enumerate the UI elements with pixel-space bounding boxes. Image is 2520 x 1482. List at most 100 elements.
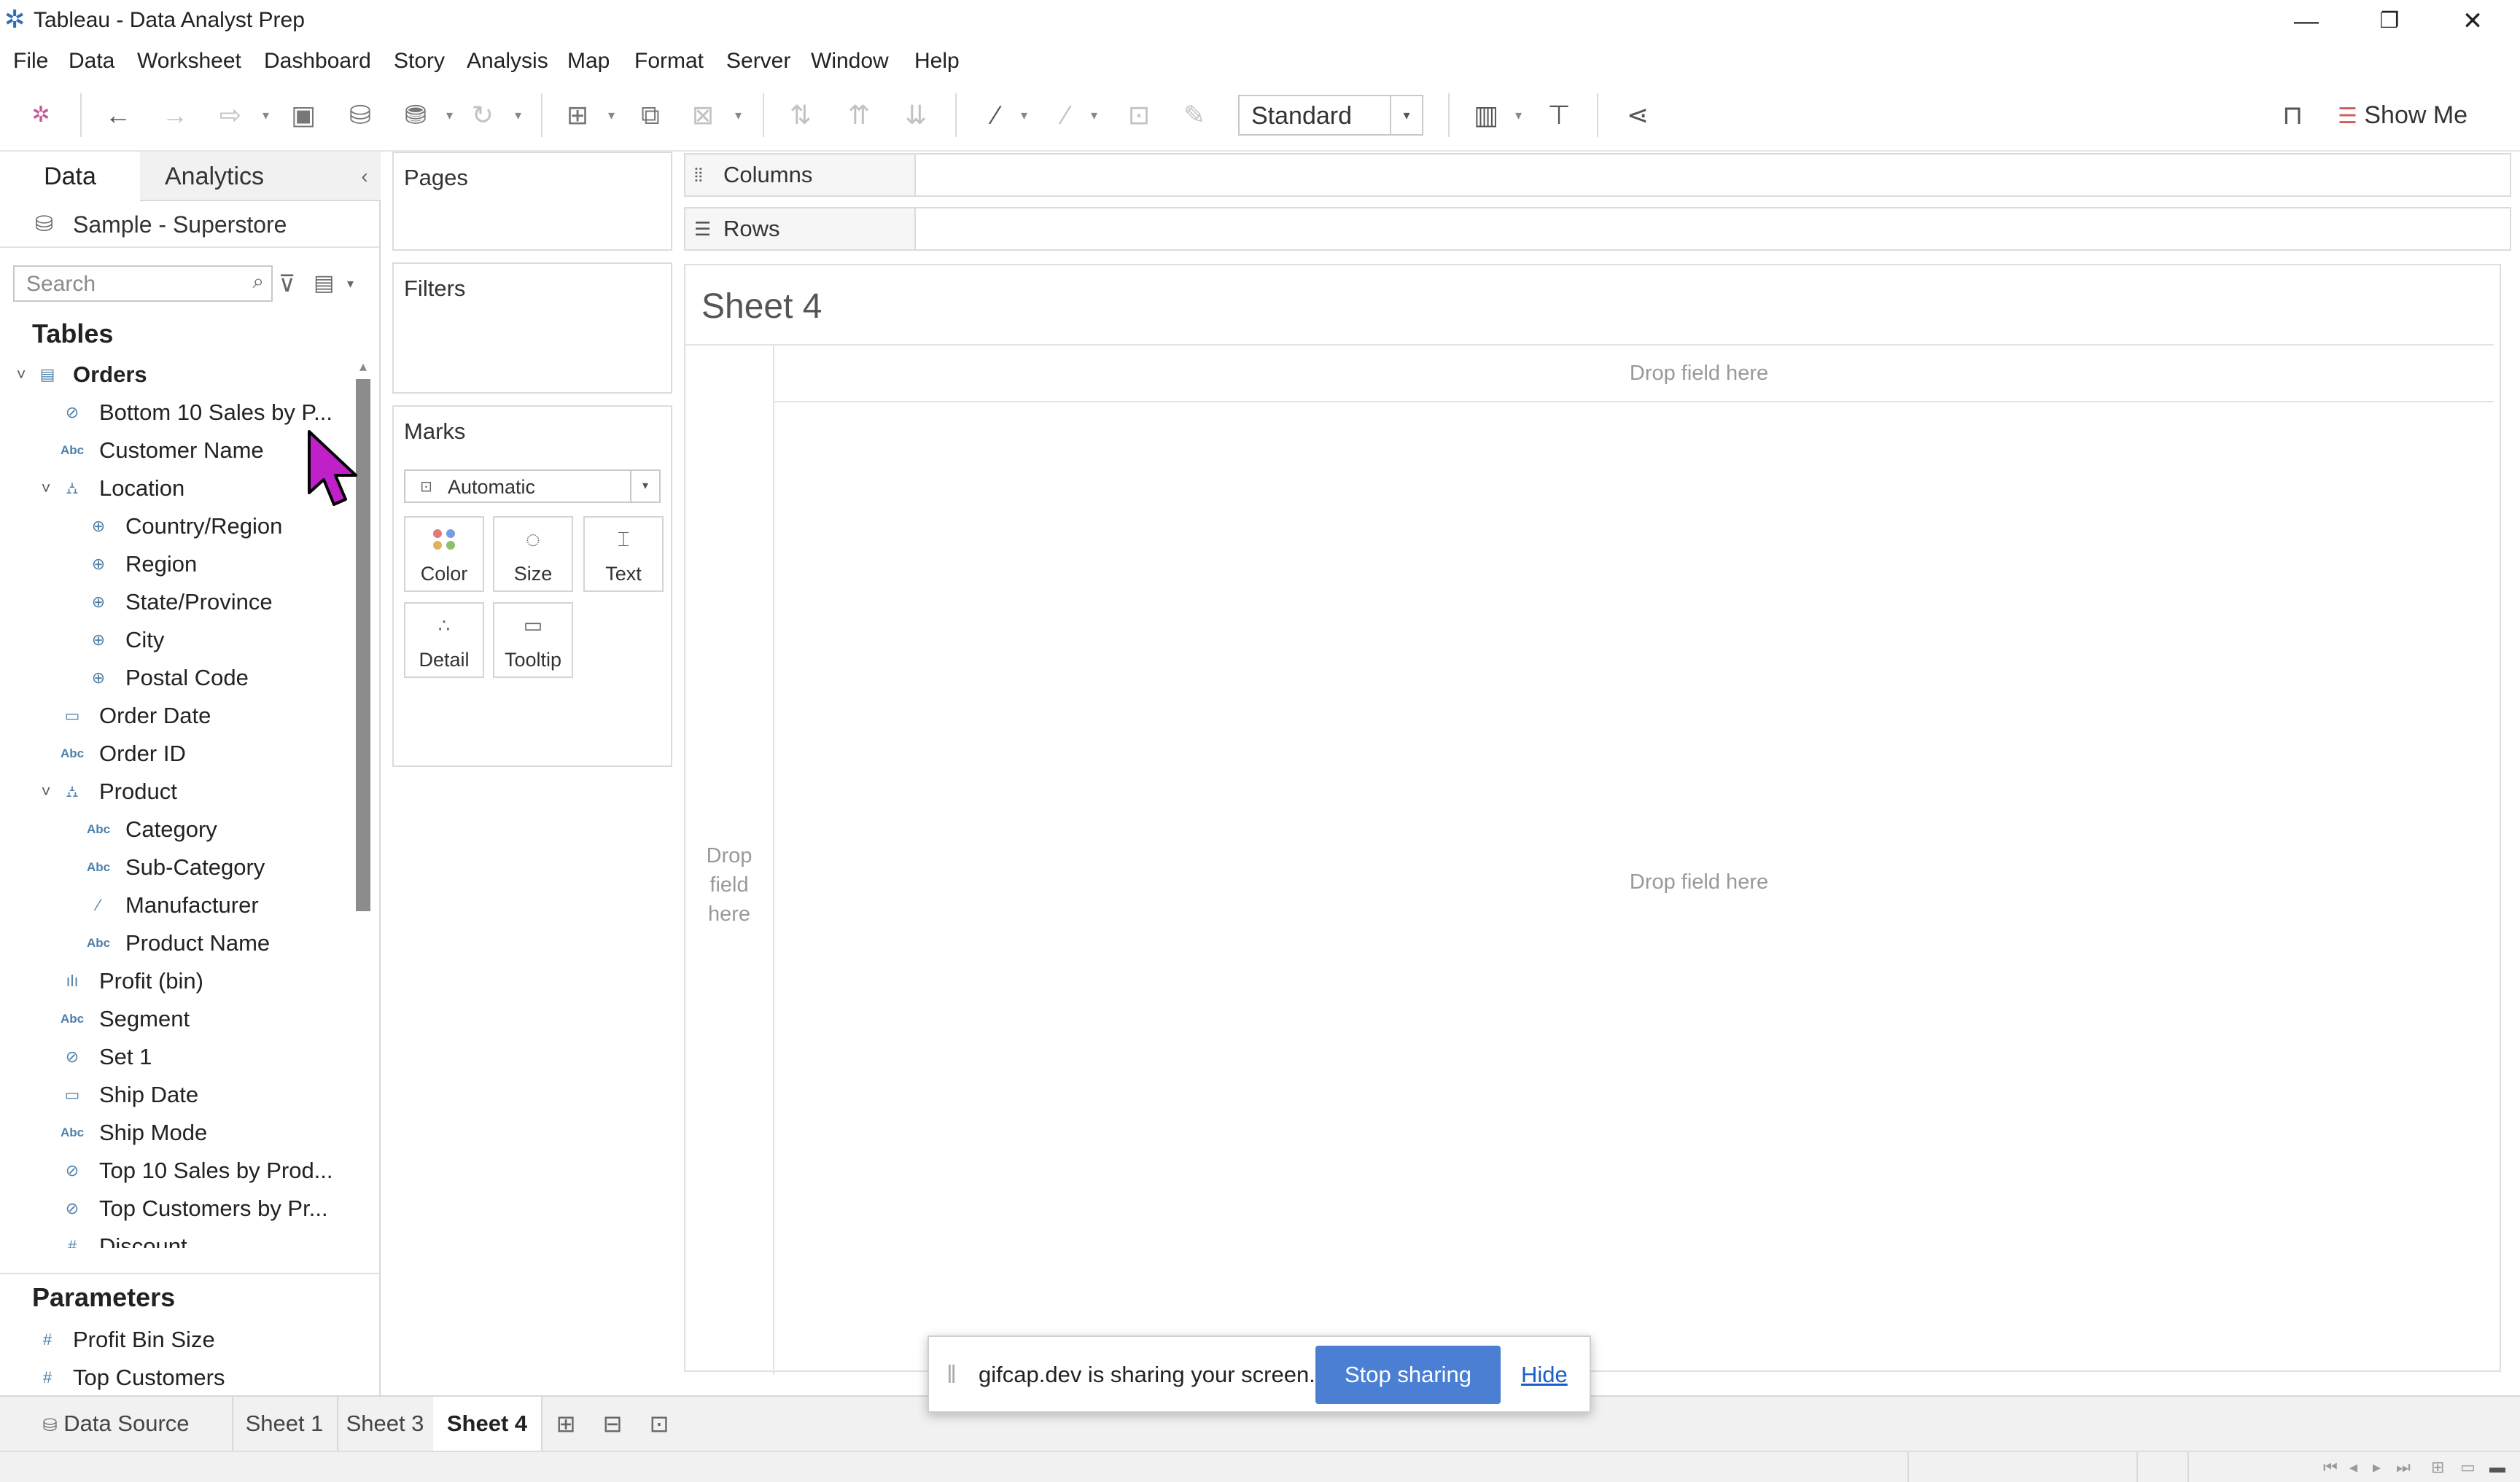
field-list-scrollbar[interactable]: ▴ ▾ (353, 357, 373, 1421)
save-icon[interactable]: ▣ (289, 96, 318, 134)
menu-help[interactable]: Help (914, 47, 960, 76)
columns-shelf[interactable]: ⦙⦙ Columns (684, 153, 2511, 197)
last-sheet-icon[interactable]: ⏭ (2396, 1455, 2411, 1480)
collapse-pane-icon[interactable]: ‹ (350, 152, 379, 201)
show-cards-icon[interactable]: ▥ (1471, 96, 1501, 134)
field-item[interactable]: ˅ ⛼ Product (0, 773, 350, 811)
format-painter-icon[interactable]: ⊓ (2278, 96, 2307, 134)
field-item[interactable]: Abc Order ID (0, 735, 350, 773)
field-item[interactable]: ılı Profit (bin) (0, 962, 350, 1000)
field-item[interactable]: ⊘ Bottom 10 Sales by P... (0, 394, 350, 432)
filters-shelf[interactable]: Filters (392, 262, 672, 394)
hide-link[interactable]: Hide (1521, 1359, 1568, 1391)
presentation-mode-icon[interactable]: ⊤ (1544, 96, 1574, 134)
rows-shelf[interactable]: ☰ Rows (684, 207, 2511, 251)
close-button[interactable]: ✕ (2432, 0, 2513, 42)
menu-server[interactable]: Server (726, 47, 790, 76)
sheet-title[interactable]: Sheet 4 (701, 284, 822, 329)
field-item[interactable]: ˅ ⛼ Location (0, 469, 350, 507)
text-button[interactable]: ⌶ Text (583, 516, 664, 592)
field-item[interactable]: Abc Segment (0, 1000, 350, 1038)
drag-handle-icon[interactable]: ‖ (946, 1359, 957, 1391)
size-button[interactable]: ◌ Size (493, 516, 573, 592)
duplicate-sheet-icon[interactable]: ⧉ (636, 96, 665, 134)
field-item[interactable]: ▭ Order Date (0, 697, 350, 735)
next-sheet-icon[interactable]: ▸ (2373, 1455, 2381, 1480)
field-item[interactable]: Abc Sub-Category (0, 849, 350, 886)
tab-data[interactable]: Data (0, 152, 140, 201)
field-item[interactable]: Abc Customer Name (0, 432, 350, 469)
pause-dropdown-icon[interactable]: ▾ (446, 96, 453, 134)
undo-icon[interactable]: ← (104, 96, 133, 134)
clear-dropdown-icon[interactable]: ▾ (735, 96, 742, 134)
tab-sheet-3[interactable]: Sheet 3 (337, 1397, 435, 1451)
chevron-down-icon[interactable]: ˅ (36, 773, 55, 811)
menu-format[interactable]: Format (634, 47, 704, 76)
view-options-dropdown-icon[interactable]: ▾ (347, 265, 354, 302)
menu-analysis[interactable]: Analysis (467, 47, 548, 76)
field-item[interactable]: ⊘ Top 10 Sales by Prod... (0, 1152, 350, 1190)
minimize-button[interactable]: — (2266, 0, 2346, 42)
menu-story[interactable]: Story (394, 47, 445, 76)
menu-data[interactable]: Data (69, 47, 114, 76)
drop-zone-columns[interactable]: Drop field here (1553, 359, 1845, 388)
tabs-view-icon[interactable]: ▬ (2489, 1455, 2505, 1480)
scroll-up-icon[interactable]: ▴ (353, 357, 373, 379)
field-item[interactable]: # Discount (0, 1228, 350, 1248)
menu-window[interactable]: Window (811, 47, 889, 76)
redo-icon[interactable]: → (160, 96, 190, 134)
parameter-item[interactable]: # Top Customers (0, 1359, 350, 1397)
tab-analytics[interactable]: Analytics (140, 152, 381, 201)
tooltip-button[interactable]: ▭ Tooltip (493, 602, 573, 678)
field-item[interactable]: Abc Category (0, 811, 350, 849)
tableau-home-icon[interactable]: ✲ (26, 96, 55, 134)
fit-dropdown[interactable]: Standard ▾ (1238, 95, 1423, 136)
tab-sheet-1[interactable]: Sheet 1 (232, 1397, 338, 1451)
chevron-down-icon[interactable]: ˅ (36, 469, 55, 507)
view-options-icon[interactable]: ▤ (314, 265, 334, 302)
filter-icon[interactable]: ⊽ (279, 265, 295, 302)
replay-icon[interactable]: ⇨ (216, 96, 245, 134)
sort-ascending-icon[interactable]: ⇈ (844, 96, 874, 134)
tab-sheet-4[interactable]: Sheet 4 (433, 1397, 542, 1451)
tab-data-source[interactable]: ⛁ Data Source (0, 1397, 233, 1451)
fix-axes-icon[interactable]: ✎ (1180, 96, 1209, 134)
highlight-dropdown-icon[interactable]: ▾ (1021, 96, 1027, 134)
field-item[interactable]: ⊕ Country/Region (0, 507, 350, 545)
show-mark-labels-icon[interactable]: ⊡ (1124, 96, 1154, 134)
field-item[interactable]: ⊕ Postal Code (0, 659, 350, 697)
field-item[interactable]: ⊘ Set 1 (0, 1038, 350, 1076)
sort-descending-icon[interactable]: ⇊ (901, 96, 930, 134)
swap-rows-columns-icon[interactable]: ⇅ (786, 96, 815, 134)
sheet-sorter-icon[interactable]: ⊞ (2431, 1455, 2444, 1480)
pages-shelf[interactable]: Pages (392, 152, 672, 251)
field-item[interactable]: ▭ Ship Date (0, 1076, 350, 1114)
new-worksheet-dropdown-icon[interactable]: ▾ (608, 96, 615, 134)
show-me-button[interactable]: ☰ Show Me (2338, 95, 2520, 136)
field-item[interactable]: Abc Ship Mode (0, 1114, 350, 1152)
detail-button[interactable]: ∴ Detail (404, 602, 484, 678)
previous-sheet-icon[interactable]: ◂ (2349, 1455, 2357, 1480)
search-input[interactable]: Search ⌕ (13, 265, 273, 302)
color-button[interactable]: Color (404, 516, 484, 592)
new-worksheet-icon[interactable]: ⊞ (563, 96, 592, 134)
field-item[interactable]: ⁄ Manufacturer (0, 886, 350, 924)
field-item[interactable]: ⊕ City (0, 621, 350, 659)
mark-type-dropdown[interactable]: ⊡ Automatic ▾ (404, 469, 661, 503)
datasource-row[interactable]: ⛁ Sample - Superstore (0, 201, 379, 248)
drop-zone-center[interactable]: Drop field here (1553, 867, 1845, 897)
replay-dropdown-icon[interactable]: ▾ (262, 96, 269, 134)
show-cards-dropdown-icon[interactable]: ▾ (1515, 96, 1522, 134)
field-item[interactable]: ⊘ Top Customers by Pr... (0, 1190, 350, 1228)
group-members-icon[interactable]: ⁄ (1051, 96, 1081, 134)
drop-zone-rows[interactable]: Drop field here (685, 841, 773, 929)
highlight-icon[interactable]: ∕ (981, 96, 1011, 134)
refresh-icon[interactable]: ↻ (468, 96, 497, 134)
share-icon[interactable]: ⋖ (1623, 96, 1652, 134)
menu-map[interactable]: Map (567, 47, 610, 76)
new-dashboard-icon[interactable]: ⊟ (591, 1397, 634, 1451)
menu-worksheet[interactable]: Worksheet (137, 47, 241, 76)
filmstrip-icon[interactable]: ▭ (2460, 1455, 2476, 1480)
first-sheet-icon[interactable]: ⏮ (2323, 1455, 2338, 1480)
clear-sheet-icon[interactable]: ⊠ (688, 96, 718, 134)
